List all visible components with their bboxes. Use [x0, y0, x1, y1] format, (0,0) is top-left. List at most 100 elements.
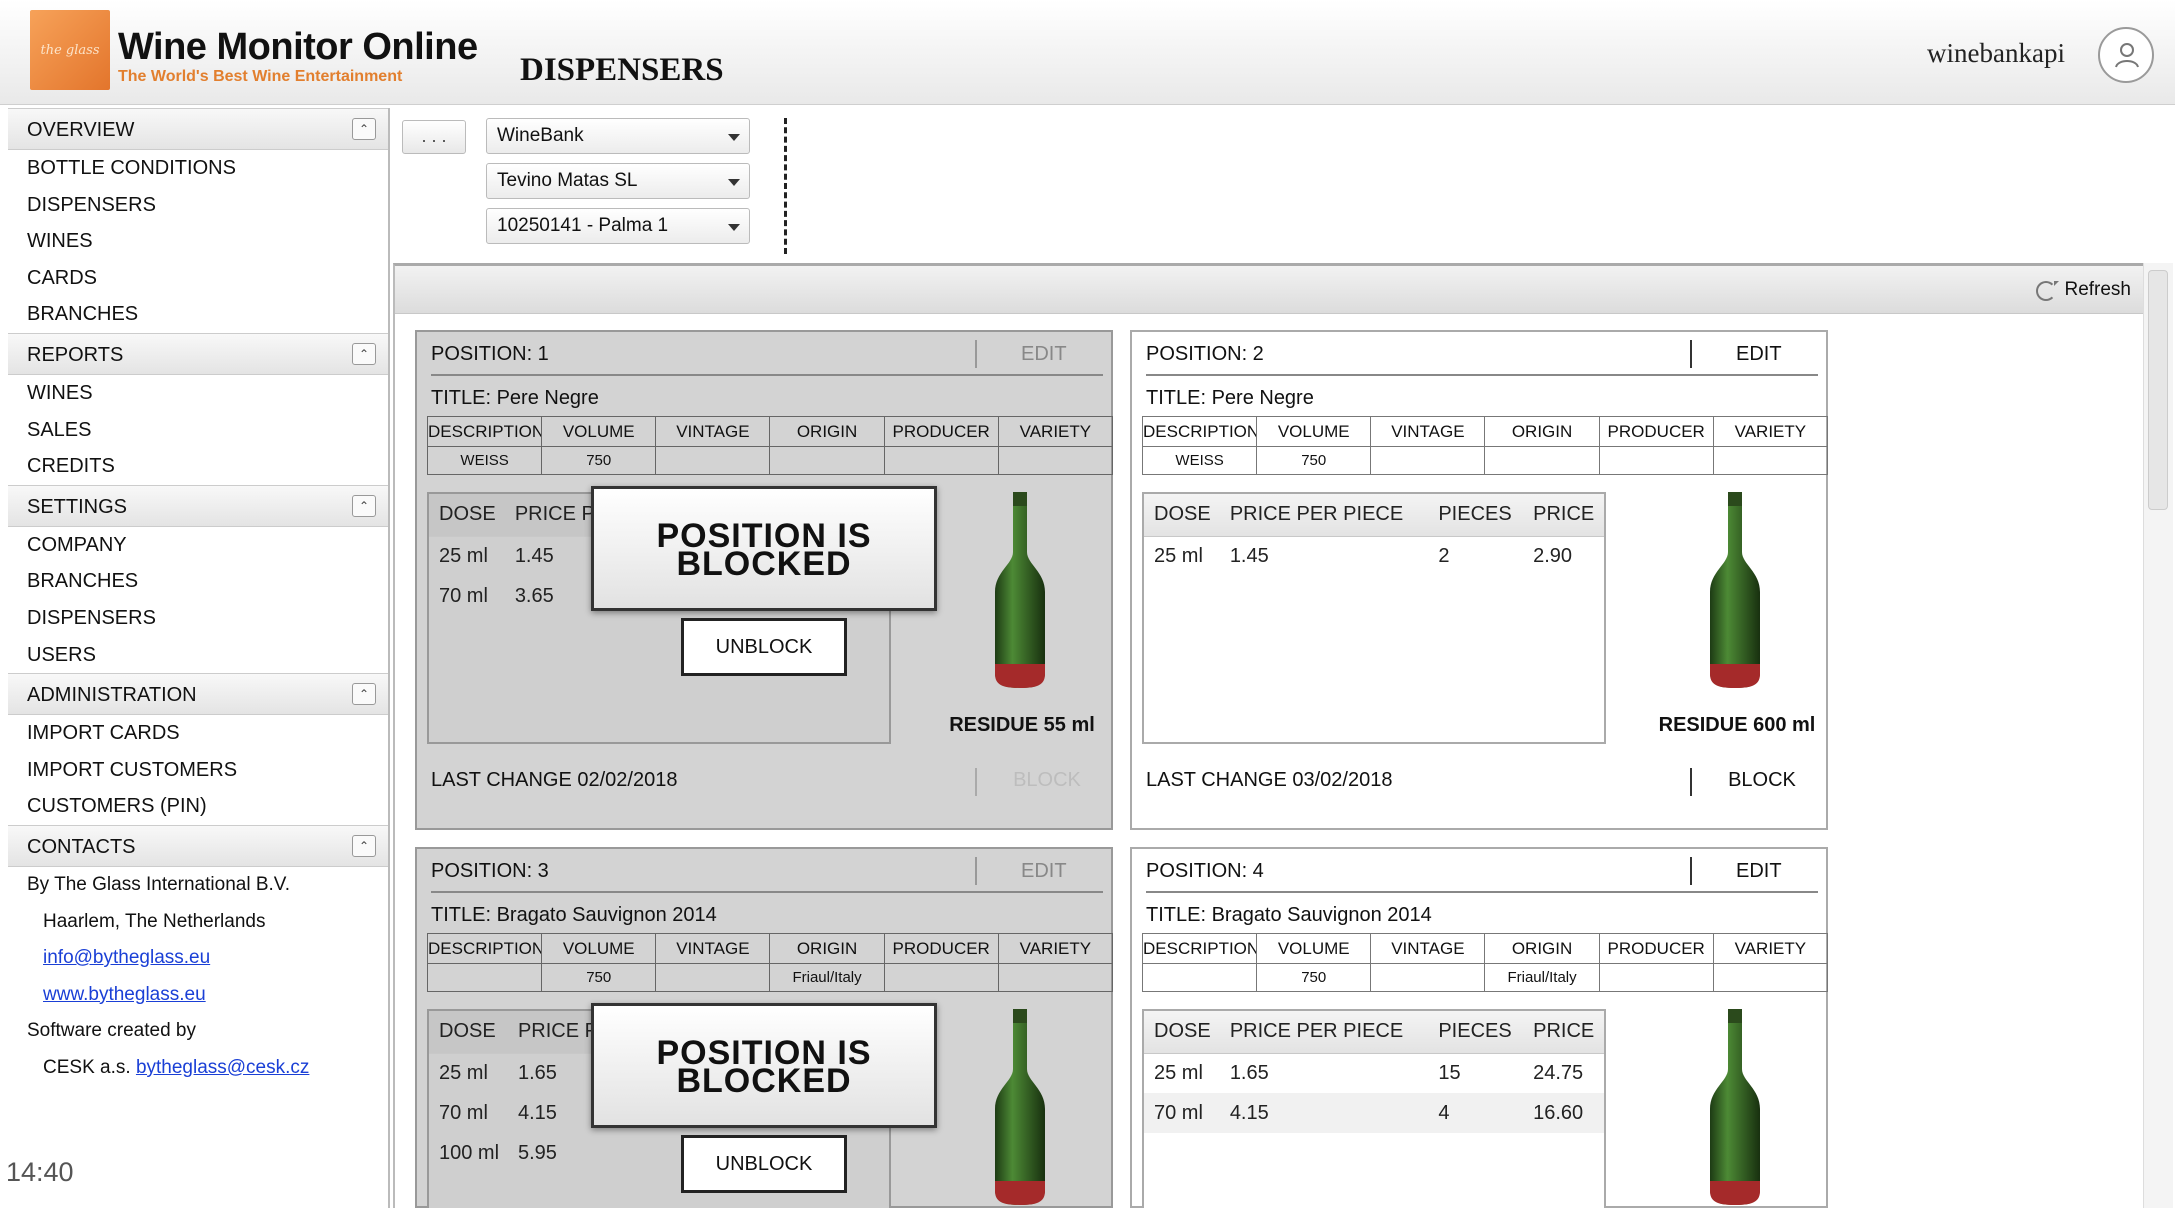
sidebar-item-cards[interactable]: CARDS — [8, 260, 388, 297]
price-column-header: DOSE — [1144, 1011, 1220, 1054]
sidebar-item-wines[interactable]: WINES — [8, 223, 388, 260]
logo[interactable]: the glass — [30, 10, 110, 90]
edit-button[interactable]: EDIT — [1736, 332, 1782, 376]
attr-header: VINTAGE — [1370, 933, 1486, 964]
app-title: Wine Monitor Online — [118, 26, 478, 68]
dispenser-position-card: POSITION: 3 EDIT TITLE: Bragato Sauvignon … — [415, 847, 1114, 1208]
collapse-up-icon[interactable]: ⌃ — [352, 683, 376, 706]
contact-company: By The Glass International B.V. — [27, 873, 290, 895]
scrollbar-thumb[interactable] — [2148, 270, 2168, 510]
attr-header: VARIETY — [1712, 933, 1829, 964]
contact-website-link[interactable]: www.bytheglass.eu — [43, 984, 206, 1005]
attr-value — [1370, 963, 1486, 992]
unblock-button[interactable]: UNBLOCK — [681, 618, 847, 676]
company-select[interactable]: WineBank — [486, 118, 750, 154]
dropdown-caret-icon — [728, 224, 740, 231]
collapse-up-icon[interactable]: ⌃ — [352, 494, 376, 517]
attr-value: 750 — [541, 963, 657, 992]
contact-creator: CESK a.s. — [43, 1056, 131, 1078]
price-row: 25 ml 1.65 15 24.75 — [1144, 1053, 1604, 1093]
attr-header: VINTAGE — [655, 416, 771, 447]
price-cell: 25 ml — [439, 544, 488, 567]
attr-value — [997, 963, 1114, 992]
refresh-button[interactable]: Refresh — [2026, 273, 2143, 307]
user-avatar-icon[interactable] — [2098, 27, 2154, 83]
price-cell: 15 — [1438, 1061, 1461, 1084]
sidebar-item-report-wines[interactable]: WINES — [8, 375, 388, 412]
attr-value — [1370, 446, 1486, 475]
contact-email-link[interactable]: info@bytheglass.eu — [43, 947, 210, 968]
position-label: POSITION: 1 — [431, 343, 549, 365]
wine-attributes-table: DESCRIPTION VOLUME VINTAGE ORIGIN PRODUCER VA… — [1141, 416, 1829, 475]
section-label: OVERVIEW — [27, 119, 135, 141]
price-cell: 4 — [1428, 1093, 1524, 1133]
attr-value — [655, 963, 771, 992]
edit-button[interactable]: EDIT — [1021, 849, 1067, 893]
attr-value-row: WEISS 750 — [426, 446, 1114, 475]
edit-button[interactable]: EDIT — [1736, 849, 1782, 893]
sidebar-item-settings-dispensers[interactable]: DISPENSERS — [8, 600, 388, 637]
edit-button[interactable]: EDIT — [1021, 332, 1067, 376]
price-cell: 25 ml — [439, 1061, 488, 1084]
price-column-header: PIECES — [1428, 494, 1524, 537]
price-header-row: DOSEPRICE PER PIECEPIECESPRICE — [1144, 494, 1604, 537]
sidebar-item-settings-branches[interactable]: BRANCHES — [8, 563, 388, 600]
sidebar-item-branches[interactable]: BRANCHES — [8, 296, 388, 333]
customer-select[interactable]: Tevino Matas SL — [486, 163, 750, 199]
attr-value-row: WEISS 750 — [1141, 446, 1829, 475]
sidebar-item-report-sales[interactable]: SALES — [8, 412, 388, 449]
attr-header: DESCRIPTION — [1141, 933, 1258, 964]
attr-header: ORIGIN — [769, 933, 885, 964]
block-button[interactable]: BLOCK — [1712, 762, 1812, 798]
dropdown-caret-icon — [728, 134, 740, 141]
attr-header: ORIGIN — [769, 416, 885, 447]
sidebar-item-import-customers[interactable]: IMPORT CUSTOMERS — [8, 752, 388, 789]
page-title: DISPENSERS — [520, 52, 724, 88]
sidebar-item-customers-pin[interactable]: CUSTOMERS (PIN) — [8, 788, 388, 825]
collapse-up-icon[interactable]: ⌃ — [352, 834, 376, 857]
sidebar-section-administration[interactable]: ADMINISTRATION ⌃ — [8, 673, 388, 716]
price-column-header: PRICE — [1523, 494, 1604, 537]
sidebar-item-dispensers[interactable]: DISPENSERS — [8, 187, 388, 224]
attr-value — [1141, 963, 1258, 992]
device-select-value: 10250141 - Palma 1 — [497, 215, 669, 236]
attr-value: Friaul/Italy — [769, 963, 885, 992]
more-options-button[interactable]: . . . — [402, 120, 466, 154]
contact-software: Software created by — [27, 1020, 196, 1042]
collapse-up-icon[interactable]: ⌃ — [352, 118, 376, 140]
dropdown-caret-icon — [728, 179, 740, 186]
attr-value: 750 — [1256, 446, 1372, 475]
wine-bottle-icon — [1704, 492, 1766, 697]
sidebar-section-contacts[interactable]: CONTACTS ⌃ — [8, 824, 388, 867]
attr-header: PRODUCER — [883, 416, 999, 447]
sidebar-section-settings[interactable]: SETTINGS ⌃ — [8, 484, 388, 527]
contact-creator-email-link[interactable]: bytheglass@cesk.cz — [136, 1057, 309, 1078]
sidebar-item-bottle-conditions[interactable]: BOTTLE CONDITIONS — [8, 150, 388, 187]
divider — [975, 340, 977, 368]
sidebar-item-import-cards[interactable]: IMPORT CARDS — [8, 715, 388, 752]
dispenser-position-card: POSITION: 1 EDIT TITLE: Pere Negre DESCRIPT… — [415, 330, 1114, 830]
attr-header: VOLUME — [1256, 416, 1372, 447]
price-cell: 25 ml — [1154, 544, 1203, 567]
refresh-icon — [2036, 281, 2060, 301]
sidebar-section-reports[interactable]: REPORTS ⌃ — [8, 332, 388, 375]
sidebar-item-report-credits[interactable]: CREDITS — [8, 448, 388, 485]
device-select[interactable]: 10250141 - Palma 1 — [486, 208, 750, 244]
sidebar-section-overview[interactable]: OVERVIEW ⌃ — [8, 108, 388, 150]
attr-header: PRODUCER — [1598, 933, 1714, 964]
price-cell: 16.60 — [1523, 1093, 1604, 1133]
collapse-up-icon[interactable]: ⌃ — [352, 342, 376, 365]
attr-header: VINTAGE — [1370, 416, 1486, 447]
attr-value: WEISS — [1141, 446, 1258, 475]
sidebar-item-company[interactable]: COMPANY — [8, 527, 388, 564]
block-button[interactable]: BLOCK — [997, 762, 1097, 798]
sidebar-item-users[interactable]: USERS — [8, 637, 388, 674]
slide-time: 14:40 — [6, 1157, 74, 1187]
username[interactable]: winebankapi — [1927, 38, 2065, 69]
unblock-button[interactable]: UNBLOCK — [681, 1135, 847, 1193]
position-blocked-banner: POSITION IS BLOCKED — [591, 486, 937, 611]
wine-title: TITLE: Pere Negre — [1146, 387, 1314, 409]
price-column-header: DOSE — [1144, 494, 1220, 537]
wine-bottle-icon — [1704, 1009, 1766, 1208]
price-column-header: PRICE — [1523, 1011, 1604, 1054]
